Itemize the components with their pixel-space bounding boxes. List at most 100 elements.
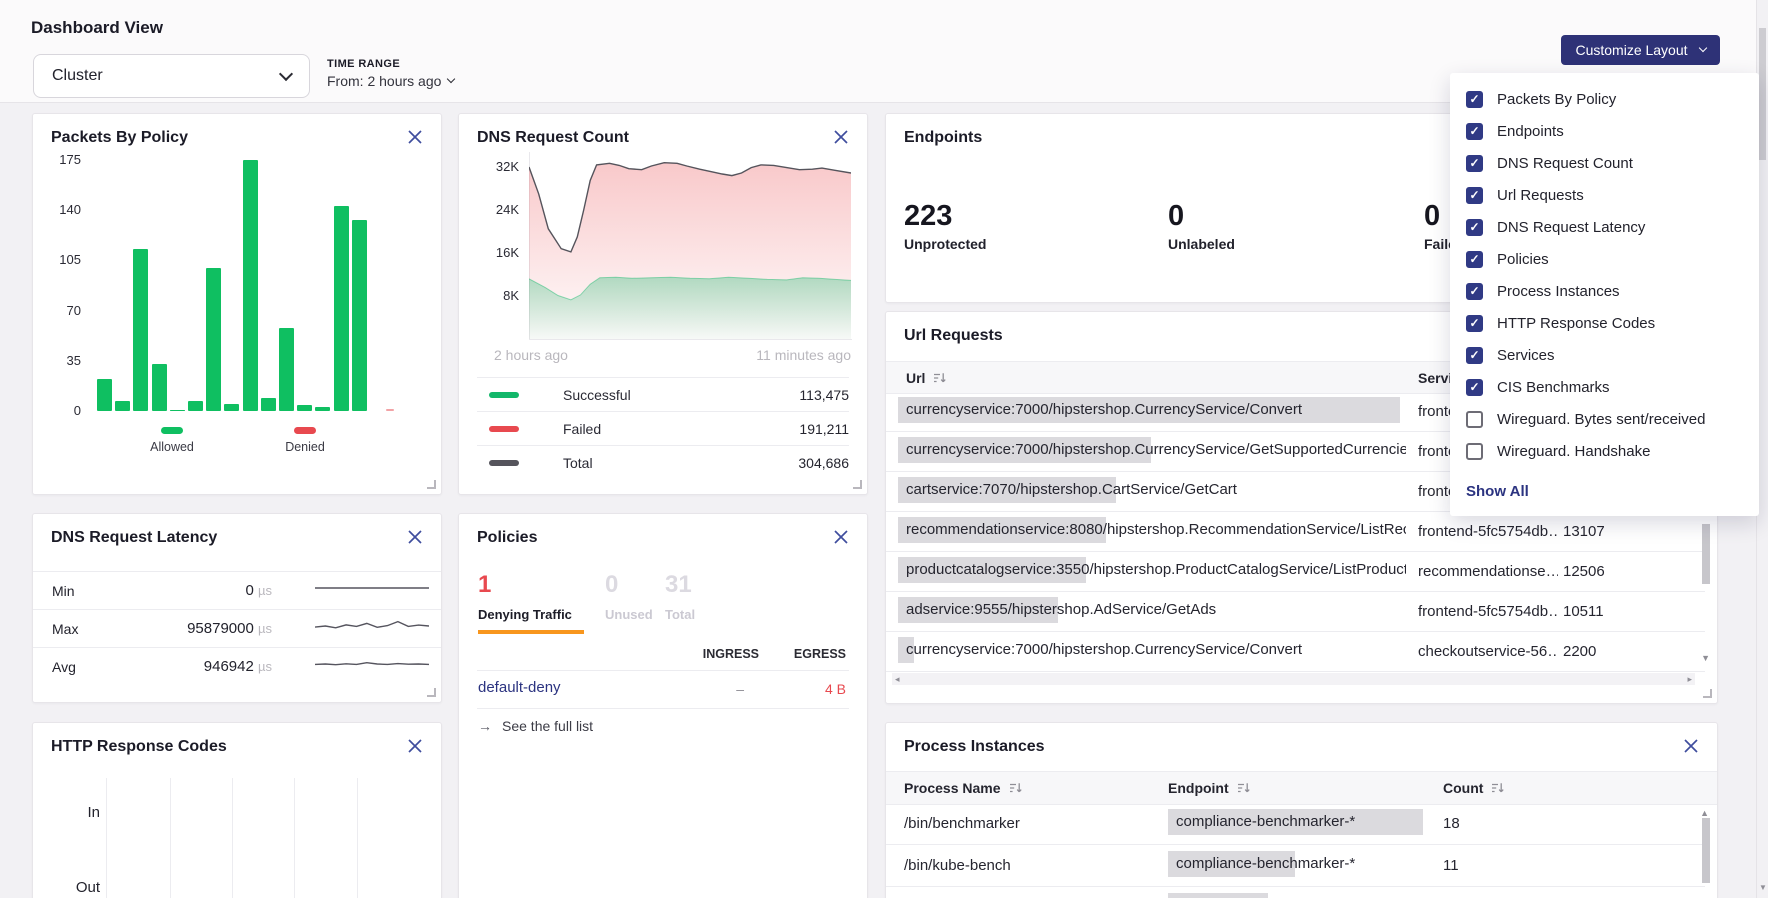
time-range: TIME RANGE From: 2 hours ago [327, 58, 454, 89]
egress-column-header: EGRESS [794, 647, 846, 661]
table-row[interactable]: benchmarkercompliance-benchmarker-*9 [886, 887, 1705, 898]
resize-grip[interactable] [427, 480, 436, 489]
menu-item-packets-by-policy[interactable]: ✓Packets By Policy [1450, 83, 1759, 115]
menu-item-label: DNS Request Count [1497, 155, 1633, 172]
close-icon[interactable] [1683, 738, 1699, 754]
legend-label: Total [563, 455, 593, 471]
scrollbar-thumb[interactable] [1759, 28, 1766, 160]
sort-icon[interactable] [1009, 782, 1022, 794]
count-column-header[interactable]: Count [1443, 780, 1717, 796]
grid-line [294, 778, 295, 898]
menu-item-wireguard-bytes-sent-received[interactable]: Wireguard. Bytes sent/received [1450, 403, 1759, 435]
table-row[interactable]: recommendationservice:8080/hipstershop.R… [886, 512, 1705, 552]
bar-allowed [206, 268, 221, 411]
scroll-down-icon[interactable]: ▼ [1759, 884, 1767, 892]
endpoint-column-header[interactable]: Endpoint [1168, 780, 1443, 796]
table-row[interactable]: productcatalogservice:3550/hipstershop.P… [886, 552, 1705, 592]
vertical-scrollbar[interactable] [1702, 524, 1710, 584]
legend-row: Failed191,211 [477, 411, 849, 445]
ingress-column-header: INGRESS [703, 647, 759, 661]
stat-unprotected: 223 Unprotected [904, 202, 986, 252]
latency-sparkline [315, 577, 429, 604]
legend-label: Denied [260, 440, 350, 454]
checkbox-checked[interactable]: ✓ [1466, 379, 1483, 396]
y-axis-tick: 105 [43, 252, 81, 267]
see-full-list-link[interactable]: → See the full list [478, 718, 593, 734]
sort-icon[interactable] [1237, 782, 1250, 794]
scroll-down-icon[interactable]: ▼ [1701, 654, 1710, 663]
menu-item-process-instances[interactable]: ✓ Process Instances [1450, 275, 1759, 307]
menu-item-cis-benchmarks[interactable]: ✓CIS Benchmarks [1450, 371, 1759, 403]
column-label: Process Name [904, 780, 1001, 796]
endpoint-chip: compliance-benchmarker-* [1168, 809, 1423, 835]
tab-denying-traffic[interactable]: 1 Denying Traffic [478, 572, 584, 634]
table-row[interactable]: /bin/kube-benchcompliance-benchmarker-*1… [886, 845, 1705, 887]
url-cell: productcatalogservice:3550/hipstershop.P… [898, 557, 1418, 587]
table-row[interactable]: /bin/benchmarkercompliance-benchmarker-*… [886, 803, 1705, 845]
menu-item-label: Process Instances [1497, 283, 1620, 300]
policy-link[interactable]: default-deny [478, 679, 561, 696]
customize-layout-button[interactable]: Customize Layout [1561, 35, 1720, 65]
checkbox-checked[interactable]: ✓ [1466, 91, 1483, 108]
url-cell: currencyservice:7000/hipstershop.Currenc… [898, 637, 1418, 667]
latency-sparkline [315, 615, 429, 642]
menu-item-url-requests[interactable]: ✓Url Requests [1450, 179, 1759, 211]
tab-unused[interactable]: 0 Unused [605, 572, 653, 622]
bar-allowed [97, 379, 112, 411]
menu-item-dns-request-count[interactable]: ✓ DNS Request Count [1450, 147, 1759, 179]
resize-grip[interactable] [1703, 689, 1712, 698]
checkbox-checked[interactable]: ✓ [1466, 219, 1483, 236]
tab-value: 0 [605, 572, 653, 598]
tab-total[interactable]: 31 Total [665, 572, 695, 622]
endpoint-cell: compliance-benchmarker-* [1168, 893, 1443, 898]
card-title: Url Requests [904, 327, 1003, 345]
scroll-left-icon[interactable]: ◂ [895, 675, 900, 684]
legend-label: Successful [563, 387, 631, 403]
checkbox-checked[interactable]: ✓ [1466, 155, 1483, 172]
bar-allowed [261, 398, 276, 411]
packets-bar-chart: 03570105140175AllowedDenied [33, 114, 441, 494]
menu-item-http-response-codes[interactable]: ✓HTTP Response Codes [1450, 307, 1759, 339]
horizontal-scrollbar[interactable]: ◂ ▸ [892, 673, 1695, 685]
resize-grip[interactable] [853, 480, 862, 489]
vertical-scrollbar[interactable] [1702, 818, 1710, 883]
bar-allowed [115, 401, 130, 411]
see-full-list-label: See the full list [502, 718, 593, 734]
latency-unit: µs [258, 659, 272, 674]
checkbox-checked[interactable]: ✓ [1466, 283, 1483, 300]
menu-item-endpoints[interactable]: ✓Endpoints [1450, 115, 1759, 147]
checkbox-checked[interactable]: ✓ [1466, 187, 1483, 204]
menu-item-services[interactable]: ✓Services [1450, 339, 1759, 371]
time-range-selector[interactable]: From: 2 hours ago [327, 73, 454, 89]
column-label: Endpoint [1168, 780, 1229, 796]
bar-allowed [297, 405, 312, 411]
checkbox-unchecked[interactable] [1466, 411, 1483, 428]
sort-icon[interactable] [933, 372, 946, 384]
resize-grip[interactable] [427, 688, 436, 697]
legend-swatch [489, 392, 519, 398]
url-column-header[interactable]: Url [898, 370, 1418, 386]
checkbox-checked[interactable]: ✓ [1466, 347, 1483, 364]
menu-item-wireguard-handshake[interactable]: Wireguard. Handshake [1450, 435, 1759, 467]
menu-item-dns-request-latency[interactable]: ✓DNS Request Latency [1450, 211, 1759, 243]
tab-label: Unused [605, 607, 653, 622]
table-row[interactable]: currencyservice:7000/hipstershop.Currenc… [886, 632, 1705, 672]
sort-icon[interactable] [1491, 782, 1504, 794]
latency-value: 946942 µs [152, 658, 272, 675]
checkbox-checked[interactable]: ✓ [1466, 315, 1483, 332]
checkbox-checked[interactable]: ✓ [1466, 123, 1483, 140]
menu-item-label: Wireguard. Handshake [1497, 443, 1650, 460]
y-axis-tick: 140 [43, 202, 81, 217]
scroll-right-icon[interactable]: ▸ [1687, 675, 1692, 684]
x-axis-label-left: 2 hours ago [494, 347, 568, 363]
checkbox-unchecked[interactable] [1466, 443, 1483, 460]
scroll-up-icon[interactable]: ▲ [1700, 809, 1709, 818]
menu-item-policies[interactable]: ✓Policies [1450, 243, 1759, 275]
process-name-column-header[interactable]: Process Name [904, 780, 1168, 796]
table-row[interactable]: adservice:9555/hipstershop.AdService/Get… [886, 592, 1705, 632]
checkbox-checked[interactable]: ✓ [1466, 251, 1483, 268]
close-icon[interactable] [833, 529, 849, 545]
close-icon[interactable] [407, 529, 423, 545]
show-all-link[interactable]: Show All [1466, 483, 1529, 500]
view-selector[interactable]: Cluster [33, 54, 310, 98]
